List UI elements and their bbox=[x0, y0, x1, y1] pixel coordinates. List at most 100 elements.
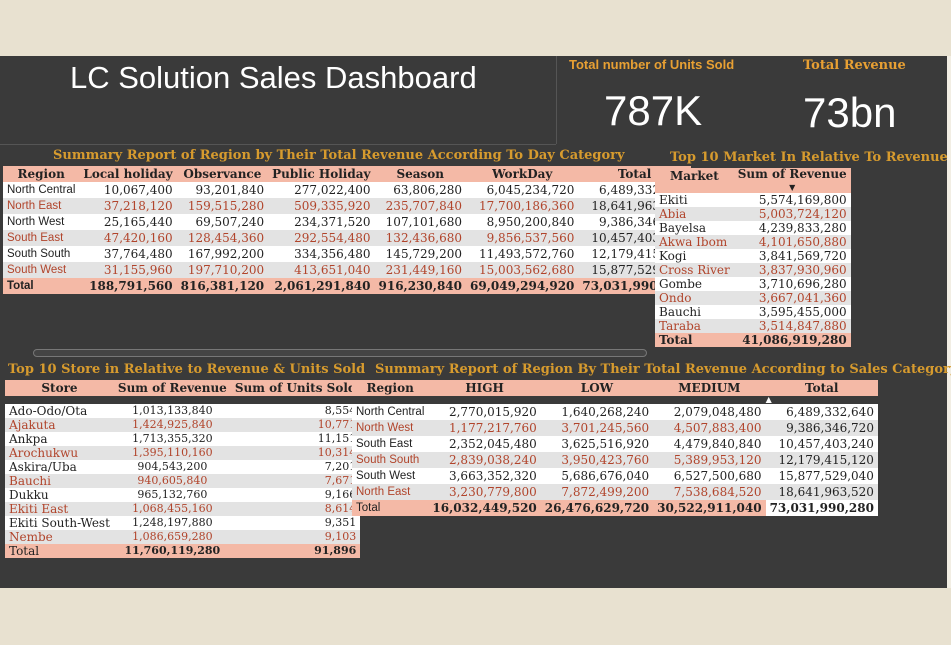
table-cell: Gombe bbox=[655, 277, 734, 291]
col-header[interactable]: Sum of Revenue bbox=[113, 380, 231, 396]
table-cell: Ekiti South-West bbox=[5, 516, 114, 530]
day-table-title: Summary Report of Region by Their Total … bbox=[53, 148, 625, 163]
table-cell: 965,132,760 bbox=[113, 488, 231, 502]
table-row: Kogi 3,841,569,720 bbox=[655, 249, 851, 263]
table-cell: South West bbox=[3, 262, 80, 278]
table-row: Abia 5,003,724,120 bbox=[655, 207, 851, 221]
table-cell: 63,806,280 bbox=[374, 182, 467, 198]
table-row: South West 3,663,352,320 5,686,676,040 6,52… bbox=[352, 468, 878, 484]
col-header[interactable]: Public Holiday bbox=[268, 166, 375, 182]
col-header[interactable]: Sum of Revenue ▼ bbox=[733, 168, 851, 193]
units-sold-label: Total number of Units Sold bbox=[569, 57, 735, 72]
sort-down-icon[interactable]: ▼ bbox=[789, 182, 795, 192]
table-cell: Ekiti East bbox=[5, 502, 114, 516]
table-cell: 3,701,245,560 bbox=[540, 420, 654, 436]
table-cell: 413,651,040 bbox=[268, 262, 375, 278]
table-row: Bauchi 940,605,840 7,671 bbox=[5, 474, 361, 488]
table-cell: Bauchi bbox=[5, 474, 114, 488]
col-header[interactable]: Market bbox=[655, 168, 734, 193]
table-cell: 9,103 bbox=[230, 530, 361, 544]
horizontal-scrollbar[interactable] bbox=[33, 349, 647, 357]
col-header[interactable]: Local holiday bbox=[79, 166, 177, 182]
table-cell: 3,230,779,800 bbox=[428, 484, 541, 500]
table-cell: 234,371,520 bbox=[268, 214, 375, 230]
col-header[interactable]: WorkDay bbox=[466, 166, 579, 182]
table-cell: Arochukwu bbox=[5, 446, 114, 460]
table-cell: 16,032,449,520 bbox=[428, 500, 541, 516]
table-cell: 8,950,200,840 bbox=[466, 214, 579, 230]
table-cell: 7,538,684,520 bbox=[653, 484, 766, 500]
table-cell: 30,522,911,040 bbox=[653, 500, 766, 516]
table-cell: 1,713,355,320 bbox=[113, 432, 231, 446]
table-cell: 3,950,423,760 bbox=[540, 452, 654, 468]
table-cell: 816,381,120 bbox=[176, 278, 269, 294]
table-cell: 7,872,499,200 bbox=[540, 484, 654, 500]
table-cell: 91,896 bbox=[230, 544, 361, 558]
table-cell: 159,515,280 bbox=[176, 198, 269, 214]
col-header[interactable]: Observance bbox=[176, 166, 269, 182]
table-cell: 8,614 bbox=[230, 502, 361, 516]
table-row: Bauchi 3,595,455,000 bbox=[655, 305, 851, 319]
table-cell: 277,022,400 bbox=[268, 182, 375, 198]
table-cell: Ado-Odo/Ota bbox=[5, 404, 114, 418]
table-cell: North Central bbox=[352, 404, 429, 420]
table-cell: 2,079,048,480 bbox=[653, 404, 766, 420]
table-cell: 3,595,455,000 bbox=[733, 305, 851, 319]
table-cell: 10,067,400 bbox=[79, 182, 177, 198]
top-strip bbox=[0, 0, 951, 56]
total-row: Total 188,791,560 816,381,120 2,061,291,840… bbox=[3, 278, 691, 294]
total-row: Total 16,032,449,520 26,476,629,720 30,522,… bbox=[352, 500, 878, 516]
table-cell: 235,707,840 bbox=[374, 198, 467, 214]
col-header[interactable]: HIGH bbox=[428, 380, 541, 396]
table-cell: 5,389,953,120 bbox=[653, 452, 766, 468]
table-row: North East 37,218,120 159,515,280 509,335,9… bbox=[3, 198, 691, 214]
spacer bbox=[5, 396, 361, 404]
table-cell: 107,101,680 bbox=[374, 214, 467, 230]
table-row: North West 1,177,217,760 3,701,245,560 4,50… bbox=[352, 420, 878, 436]
store-table: Store Sum of Revenue Sum of Units Sold A… bbox=[5, 380, 361, 558]
col-header[interactable]: Total bbox=[765, 380, 878, 396]
col-header[interactable]: Store bbox=[5, 380, 114, 396]
table-cell: 3,514,847,880 bbox=[733, 319, 851, 333]
col-header[interactable]: Region bbox=[3, 166, 80, 182]
table-row: Arochukwu 1,395,110,160 10,314 bbox=[5, 446, 361, 460]
table-cell: 7,671 bbox=[230, 474, 361, 488]
table-row: Cross River 3,837,930,960 bbox=[655, 263, 851, 277]
table-row: Ekiti 5,574,169,800 bbox=[655, 193, 851, 207]
table-row: Dukku 965,132,760 9,166 bbox=[5, 488, 361, 502]
table-cell: 69,507,240 bbox=[176, 214, 269, 230]
table-cell: Bauchi bbox=[655, 305, 734, 319]
table-cell: 6,045,234,720 bbox=[466, 182, 579, 198]
table-cell: 132,436,680 bbox=[374, 230, 467, 246]
table-cell: 904,543,200 bbox=[113, 460, 231, 474]
table-cell: South West bbox=[352, 468, 429, 484]
table-cell: 9,856,537,560 bbox=[466, 230, 579, 246]
col-header[interactable]: LOW bbox=[540, 380, 654, 396]
table-cell: 6,489,332,640 bbox=[765, 404, 878, 420]
dashboard-title: LC Solution Sales Dashboard bbox=[70, 60, 477, 95]
table-cell: 12,179,415,120 bbox=[765, 452, 878, 468]
table-cell: 3,841,569,720 bbox=[733, 249, 851, 263]
table-row: Nembe 1,086,659,280 9,103 bbox=[5, 530, 361, 544]
table-cell: 1,424,925,840 bbox=[113, 418, 231, 432]
sort-up-icon[interactable]: ▲ bbox=[765, 396, 878, 404]
table-cell: Ekiti bbox=[655, 193, 734, 207]
sales-table-title: Summary Report of Region By Their Total … bbox=[375, 362, 951, 377]
table-cell: 11,151 bbox=[230, 432, 361, 446]
spacer bbox=[352, 396, 766, 404]
col-header[interactable]: Season bbox=[374, 166, 467, 182]
table-cell: Ankpa bbox=[5, 432, 114, 446]
table-cell: Total bbox=[352, 500, 429, 516]
table-cell: 940,605,840 bbox=[113, 474, 231, 488]
bottom-strip bbox=[0, 588, 951, 645]
table-cell: North Central bbox=[3, 182, 80, 198]
col-header[interactable]: Region bbox=[352, 380, 429, 396]
store-table-title: Top 10 Store in Relative to Revenue & Un… bbox=[8, 362, 366, 377]
table-cell: 4,239,833,280 bbox=[733, 221, 851, 235]
table-cell: 1,395,110,160 bbox=[113, 446, 231, 460]
table-row: North East 3,230,779,800 7,872,499,200 7,53… bbox=[352, 484, 878, 500]
table-cell: 145,729,200 bbox=[374, 246, 467, 262]
col-header[interactable]: MEDIUM bbox=[653, 380, 766, 396]
table-cell: 5,003,724,120 bbox=[733, 207, 851, 221]
col-header[interactable]: Sum of Units Sold bbox=[230, 380, 361, 396]
